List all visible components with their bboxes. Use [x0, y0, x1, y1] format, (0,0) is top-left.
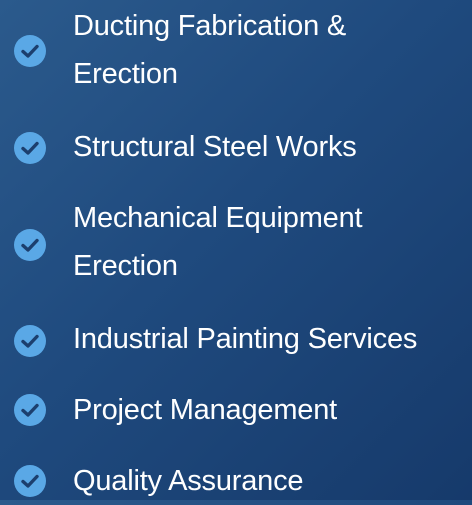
service-label-line1: Structural Steel Works	[73, 131, 357, 163]
services-list: Ducting Fabrication & Erection Structura…	[0, 0, 472, 500]
service-label-line1: Quality Assurance	[73, 465, 304, 497]
service-label-line1: Industrial Painting Services	[73, 323, 418, 355]
check-circle-icon	[14, 394, 46, 426]
check-circle-icon	[14, 325, 46, 357]
check-circle-icon	[14, 35, 46, 67]
check-circle-icon	[14, 465, 46, 497]
check-circle-icon	[14, 229, 46, 261]
check-circle-icon	[14, 132, 46, 164]
service-label-line1: Mechanical Equipment	[73, 202, 363, 234]
service-label-line1: Project Management	[73, 394, 337, 426]
service-label-line2: Erection	[73, 250, 178, 282]
service-label-line1: Ducting Fabrication &	[73, 10, 347, 42]
service-label-line2: Erection	[73, 58, 178, 90]
